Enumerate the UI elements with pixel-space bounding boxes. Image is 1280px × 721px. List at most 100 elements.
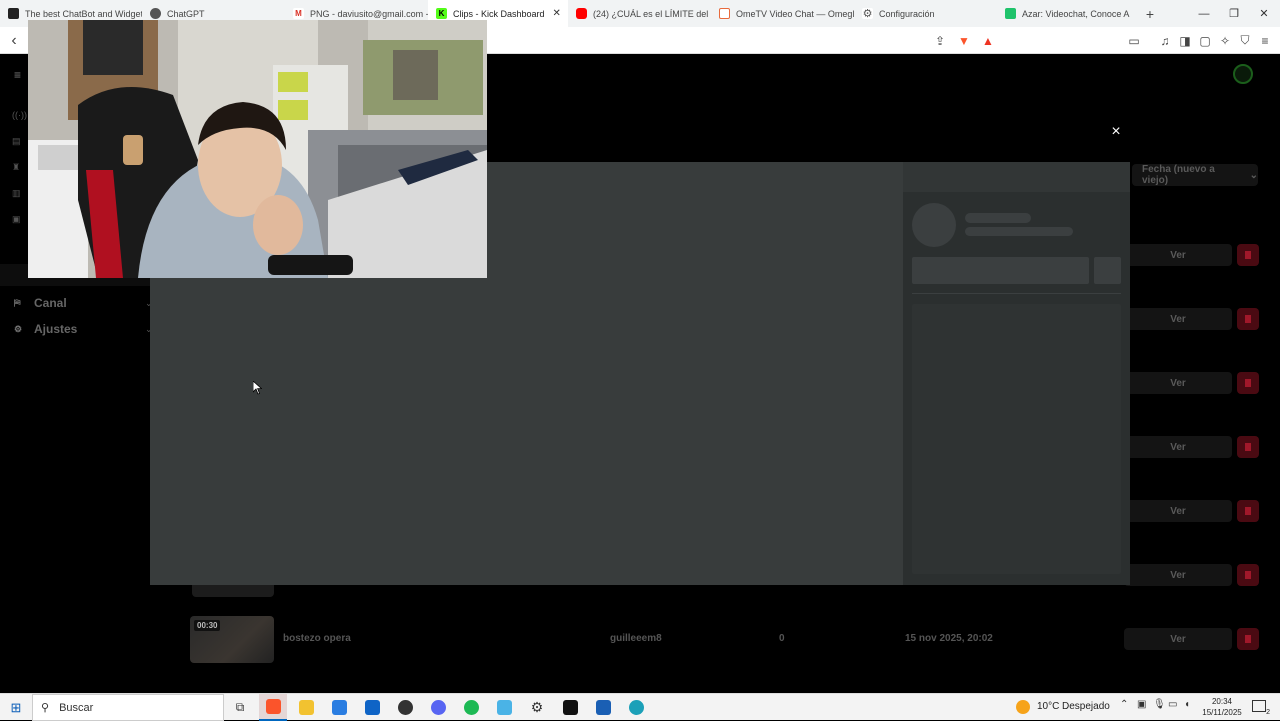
delete-icon[interactable] (1237, 436, 1259, 458)
icon-button-skeleton (1094, 257, 1121, 284)
delete-icon[interactable] (1237, 564, 1259, 586)
live-icon[interactable]: ((·)) (12, 110, 27, 120)
leo-ai-icon[interactable]: ✧ (1215, 27, 1235, 54)
media-icon[interactable]: ♫ (1155, 27, 1175, 54)
delete-icon[interactable] (1237, 500, 1259, 522)
delete-icon[interactable] (1237, 372, 1259, 394)
discord-icon[interactable] (424, 694, 452, 721)
channel-icon: ⛿ (14, 297, 21, 308)
view-button[interactable]: Ver (1124, 436, 1232, 458)
gear-icon: ⚙ (14, 323, 23, 334)
delete-icon[interactable] (1237, 244, 1259, 266)
chevron-up-icon[interactable]: ⌃ (1120, 699, 1128, 710)
share-icon[interactable]: ⇪ (930, 27, 950, 54)
trophy-icon[interactable]: ♜ (12, 162, 20, 173)
view-button[interactable]: Ver (1124, 564, 1232, 586)
weather-icon (1016, 700, 1030, 714)
notification-icon[interactable]: 2 (1252, 700, 1270, 716)
network-icon[interactable]: ▭ (1168, 699, 1177, 710)
mouse-cursor-icon (253, 381, 262, 395)
store-icon[interactable] (325, 694, 353, 721)
vpn-icon[interactable]: ⛉ (1235, 27, 1255, 54)
clip-duration: 00:30 (194, 620, 221, 631)
avatar-skeleton (912, 203, 956, 247)
delete-icon[interactable] (1237, 628, 1259, 650)
youtube-icon (576, 8, 587, 19)
tab-ometv[interactable]: OmeTV Video Chat — Omegle (711, 0, 854, 27)
windows-taskbar: ⊞ ⚲ Buscar ⧉ ⚙ 10°C Despejado ⌃ ▣ 🎙 ▭ ◖ … (0, 693, 1280, 721)
view-button[interactable]: Ver (1124, 628, 1232, 650)
chevron-down-icon: ⌄ (1249, 169, 1258, 181)
task-view-icon[interactable]: ⧉ (226, 694, 254, 721)
close-modal-button[interactable]: × (1108, 124, 1124, 140)
tab-azar[interactable]: Azar: Videochat, Conoce A (997, 0, 1140, 27)
clip-author[interactable]: guilleeem8 (610, 633, 662, 644)
brave-browser-icon[interactable] (259, 694, 287, 721)
weather-temp[interactable]: 10°C (1037, 701, 1059, 712)
back-icon[interactable]: ‹ (4, 27, 24, 54)
webcam-image (28, 20, 487, 278)
clip-date: 15 nov 2025, 20:02 (905, 633, 993, 644)
hamburger-icon[interactable]: ≡ (14, 68, 28, 82)
sort-dropdown[interactable]: Fecha (nuevo a viejo) ⌄ (1132, 164, 1258, 186)
windows-start-icon[interactable]: ⊞ (2, 694, 30, 721)
app-icon[interactable] (391, 694, 419, 721)
volume-icon[interactable]: ◖ (1184, 699, 1190, 710)
camera-icon[interactable]: ▣ (1137, 699, 1146, 710)
delete-icon[interactable] (1237, 308, 1259, 330)
clips-icon[interactable]: ▣ (12, 214, 21, 225)
clock[interactable]: 20:34 15/11/2025 (1200, 696, 1244, 718)
edge-icon[interactable] (622, 694, 650, 721)
sidebar-item-canal[interactable]: ⛿ Canal (14, 296, 67, 310)
search-icon: ⚲ (41, 702, 50, 714)
view-button[interactable]: Ver (1124, 500, 1232, 522)
clip-details-panel (903, 162, 1130, 585)
azar-icon (1005, 8, 1016, 19)
file-explorer-icon[interactable] (292, 694, 320, 721)
subtitle-skeleton (965, 227, 1073, 236)
document-icon[interactable]: ▤ (12, 136, 21, 147)
view-button[interactable]: Ver (1124, 308, 1232, 330)
brave-shield-icon[interactable]: ▼ (954, 27, 974, 54)
clip-title[interactable]: bostezo opera (283, 633, 351, 644)
divider (912, 293, 1121, 294)
video-editor-icon[interactable] (589, 694, 617, 721)
wallet-icon[interactable]: ▢ (1195, 27, 1215, 54)
button-skeleton (912, 257, 1089, 284)
spotify-icon[interactable] (457, 694, 485, 721)
close-window-button[interactable]: ✕ (1246, 0, 1280, 27)
tab-configuracion[interactable]: ⚙ Configuración (854, 0, 997, 27)
microphone-icon[interactable]: 🎙 (1153, 699, 1166, 710)
sidebar-toggle-icon[interactable]: ◨ (1175, 27, 1195, 54)
chart-icon[interactable]: ▥ (12, 188, 21, 199)
menu-icon[interactable]: ≡ (1255, 27, 1275, 54)
app-icon[interactable] (490, 694, 518, 721)
brave-rewards-icon[interactable]: ▲ (978, 27, 998, 54)
tiktok-icon[interactable] (556, 694, 584, 721)
avatar[interactable] (1233, 64, 1253, 84)
gmail-icon: M (293, 8, 304, 19)
ometv-icon (719, 8, 730, 19)
weather-desc[interactable]: Despejado (1062, 701, 1110, 712)
kick-icon: K (436, 8, 447, 19)
new-tab-button[interactable]: + (1140, 6, 1160, 22)
sidebar-item-ajustes[interactable]: ⚙ Ajustes (14, 322, 77, 336)
settings-icon: ⚙ (862, 8, 873, 20)
settings-icon[interactable]: ⚙ (523, 694, 551, 721)
name-skeleton (965, 213, 1031, 223)
chatgpt-icon (150, 8, 161, 19)
close-tab-icon[interactable]: ✕ (553, 8, 561, 19)
outlook-icon[interactable] (358, 694, 386, 721)
view-button[interactable]: Ver (1124, 244, 1232, 266)
webcam-overlay (28, 20, 487, 278)
clip-thumbnail[interactable] (192, 585, 274, 597)
taskbar-search[interactable]: ⚲ Buscar (32, 694, 224, 721)
view-button[interactable]: Ver (1124, 372, 1232, 394)
tab-youtube[interactable]: (24) ¿CUÁL es el LÍMITE del HU (568, 0, 711, 27)
kick-bot-icon (8, 8, 19, 19)
clip-views: 0 (779, 633, 785, 644)
clip-thumbnail[interactable]: 00:30 (190, 616, 274, 663)
panel-header-skeleton (903, 162, 1130, 192)
reader-mode-icon[interactable]: ▭ (1124, 27, 1144, 54)
content-skeleton (912, 304, 1121, 574)
